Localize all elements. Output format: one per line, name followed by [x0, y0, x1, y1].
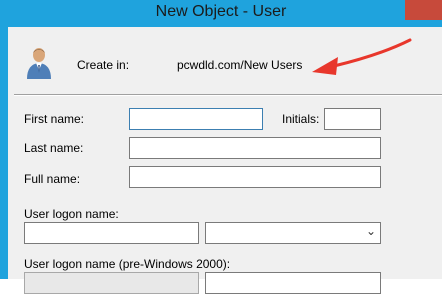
logon-name-label: User logon name:	[24, 207, 119, 221]
create-in-path: pcwdld.com/New Users	[177, 58, 303, 72]
domain-select[interactable]: ⌄	[205, 222, 381, 244]
user-icon	[27, 48, 51, 79]
dialog-content: Create in: pcwdld.com/New Users First na…	[8, 27, 442, 294]
create-in-label: Create in:	[77, 58, 130, 72]
annotation-arrow-icon	[312, 38, 412, 75]
separator	[14, 94, 442, 96]
full-name-label: Full name:	[24, 172, 81, 186]
chevron-down-icon[interactable]: ⌄	[366, 224, 376, 238]
initials-label: Initials:	[282, 112, 320, 126]
first-name-field[interactable]	[129, 108, 263, 130]
first-name-label: First name:	[24, 112, 85, 126]
dialog-window: New Object - User Create in: pcwdld.com/…	[0, 0, 442, 294]
close-button[interactable]	[405, 0, 442, 20]
last-name-field[interactable]	[129, 137, 381, 159]
title-bar[interactable]: New Object - User	[0, 0, 442, 26]
pre2000-domain-field	[24, 272, 199, 294]
logon-name-field[interactable]	[24, 222, 199, 244]
pre2000-logon-field[interactable]	[205, 272, 381, 294]
window-title: New Object - User	[155, 3, 287, 20]
last-name-label: Last name:	[24, 141, 84, 155]
full-name-field[interactable]	[129, 166, 381, 188]
pre2000-label: User logon name (pre-Windows 2000):	[24, 257, 231, 271]
initials-field[interactable]	[324, 108, 381, 130]
